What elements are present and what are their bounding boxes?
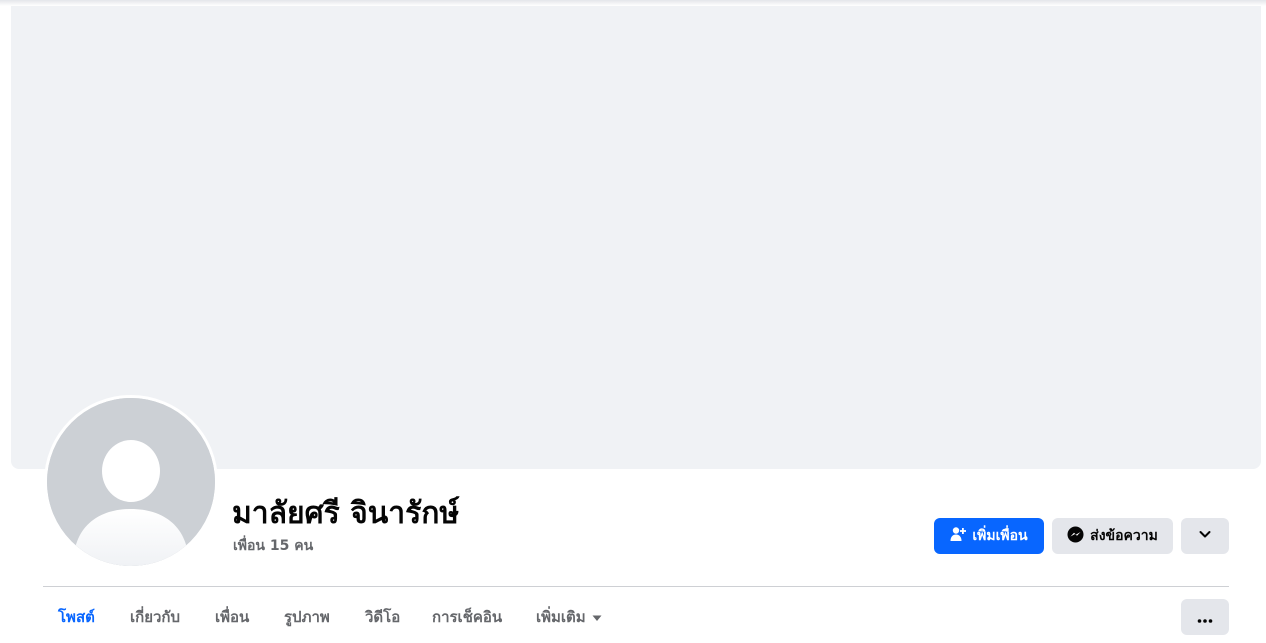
tab-posts-label: โพสต์ (58, 608, 95, 626)
tab-more-options-button[interactable] (1181, 599, 1229, 635)
profile-divider (43, 586, 1229, 587)
person-add-icon (950, 526, 967, 546)
tab-photos[interactable]: รูปภาพ (284, 596, 330, 638)
tab-about-label: เกี่ยวกับ (130, 608, 181, 626)
chevron-down-icon (1198, 527, 1212, 545)
more-options-button[interactable] (1181, 518, 1229, 554)
tab-videos-label: วิดีโอ (365, 608, 401, 626)
ellipsis-icon (1197, 608, 1213, 627)
tab-videos[interactable]: วิดีโอ (365, 596, 400, 638)
profile-name: มาลัยศรี จินารักษ์ (232, 496, 460, 531)
tab-more-label: เพิ่มเติม (536, 608, 586, 626)
caret-down-icon (592, 608, 602, 626)
send-message-label: ส่งข้อความ (1090, 528, 1158, 544)
tab-photos-label: รูปภาพ (284, 608, 330, 626)
profile-picture[interactable] (44, 395, 218, 569)
send-message-button[interactable]: ส่งข้อความ (1052, 518, 1173, 554)
cover-photo (11, 6, 1261, 469)
default-avatar-icon (47, 398, 215, 566)
tab-checkins-label: การเช็คอิน (432, 608, 503, 626)
tab-friends[interactable]: เพื่อน (215, 596, 249, 638)
add-friend-label: เพิ่มเพื่อน (972, 528, 1028, 544)
tab-about[interactable]: เกี่ยวกับ (130, 596, 180, 638)
messenger-icon (1067, 526, 1084, 547)
tab-posts[interactable]: โพสต์ (58, 596, 95, 638)
add-friend-button[interactable]: เพิ่มเพื่อน (934, 518, 1044, 554)
friends-count-link[interactable]: เพื่อน 15 คน (233, 535, 313, 557)
tab-checkins[interactable]: การเช็คอิน (432, 596, 502, 638)
tab-more[interactable]: เพิ่มเติม (536, 596, 602, 638)
tab-friends-label: เพื่อน (215, 608, 250, 626)
